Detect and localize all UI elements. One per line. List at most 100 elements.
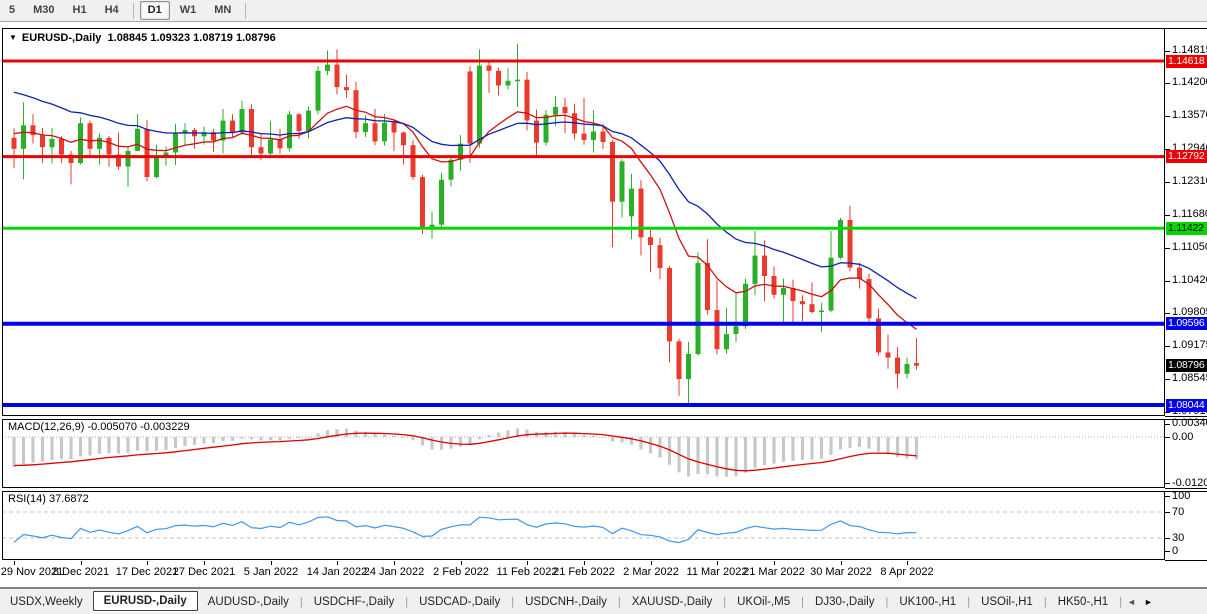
tab-usdchf[interactable]: USDCHF-,Daily <box>304 592 405 612</box>
tab-scroll-left-icon[interactable]: ◄ <box>1123 595 1140 609</box>
date-axis-label: 17 Dec 2021 <box>116 566 178 578</box>
date-axis-label: 8 Apr 2022 <box>880 566 933 578</box>
price-level-badge: 1.08044 <box>1166 399 1207 412</box>
price-level-badge: 1.09596 <box>1166 317 1207 330</box>
date-axis-label: 30 Mar 2022 <box>810 566 872 578</box>
main-chart-panel[interactable] <box>2 28 1165 416</box>
axis-tick-mark <box>1165 248 1170 249</box>
price-level-badge: 1.14618 <box>1166 55 1207 68</box>
date-tick-mark <box>271 561 272 565</box>
date-tick-mark <box>651 561 652 565</box>
chart-tab-bar: USDX,WeeklyEURUSD-,DailyAUDUSD-,Daily|US… <box>0 588 1207 614</box>
price-axis-label: 1.09175 <box>1172 339 1207 352</box>
price-axis-label: 1.12310 <box>1172 175 1207 188</box>
timeframe-button-h1[interactable]: H1 <box>65 1 95 20</box>
timeframe-button-5[interactable]: 5 <box>1 1 23 20</box>
axis-tick-mark <box>1165 313 1170 314</box>
timeframe-button-mn[interactable]: MN <box>206 1 239 20</box>
date-axis-label: 24 Jan 2022 <box>364 566 425 578</box>
axis-tick-mark <box>1165 51 1170 52</box>
axis-tick-mark <box>1165 346 1170 347</box>
axis-tick-mark <box>1165 424 1170 425</box>
date-axis-label: 21 Feb 2022 <box>553 566 615 578</box>
price-axis-label: 1.11680 <box>1172 208 1207 221</box>
price-axis-label: 1.13570 <box>1172 109 1207 122</box>
timeframe-button-d1[interactable]: D1 <box>140 1 170 20</box>
tab-xauusd[interactable]: XAUUSD-,Daily <box>622 592 723 612</box>
date-tick-mark <box>204 561 205 565</box>
panel-border-segment <box>1165 28 1207 29</box>
chart-title-ohlc: 1.08845 1.09323 1.08719 1.08796 <box>108 32 276 44</box>
date-tick-mark <box>841 561 842 565</box>
price-axis-label: 1.10420 <box>1172 274 1207 287</box>
panel-border-segment <box>1165 491 1207 492</box>
date-axis-label: 8 Dec 2021 <box>53 566 109 578</box>
date-tick-mark <box>774 561 775 565</box>
date-tick-mark <box>14 561 15 565</box>
date-tick-mark <box>147 561 148 565</box>
price-level-badge: 1.11422 <box>1166 222 1207 235</box>
timeframe-button-h4[interactable]: H4 <box>97 1 127 20</box>
axis-tick-mark <box>1165 483 1170 484</box>
rsi-indicator-label: RSI(14) 37.6872 <box>8 493 89 505</box>
tab-usdcad[interactable]: USDCAD-,Daily <box>409 592 510 612</box>
date-axis-label: 5 Jan 2022 <box>244 566 298 578</box>
chart-title-symbol: EURUSD-,Daily <box>22 32 101 44</box>
axis-tick-mark <box>1165 496 1170 497</box>
rsi-axis-label: 0 <box>1172 545 1178 558</box>
timeframe-button-m30[interactable]: M30 <box>25 1 62 20</box>
tab-hk50[interactable]: HK50-,H1 <box>1048 592 1119 612</box>
axis-tick-mark <box>1165 512 1170 513</box>
axis-tick-mark <box>1165 281 1170 282</box>
tab-usdcnh[interactable]: USDCNH-,Daily <box>515 592 617 612</box>
price-level-badge: 1.08796 <box>1166 359 1207 372</box>
axis-tick-mark <box>1165 551 1170 552</box>
axis-tick-mark <box>1165 116 1170 117</box>
tab-usdx[interactable]: USDX,Weekly <box>0 592 93 612</box>
price-level-badge: 1.12792 <box>1166 150 1207 163</box>
date-axis-label: 21 Mar 2022 <box>743 566 805 578</box>
axis-tick-mark <box>1165 538 1170 539</box>
axis-tick-mark <box>1165 215 1170 216</box>
tab-audusd[interactable]: AUDUSD-,Daily <box>198 592 299 612</box>
macd-axis-label: 0.00 <box>1172 431 1193 444</box>
rsi-axis-label: 30 <box>1172 532 1184 545</box>
toolbar-separator <box>133 3 134 19</box>
axis-tick-mark <box>1165 412 1170 413</box>
panel-border-segment <box>1165 416 1207 417</box>
rsi-axis-label: 70 <box>1172 506 1184 519</box>
tab-usoil[interactable]: USOil-,H1 <box>971 592 1043 612</box>
date-tick-mark <box>337 561 338 565</box>
date-tick-mark <box>907 561 908 565</box>
date-axis-label: 2 Feb 2022 <box>433 566 489 578</box>
rsi-panel[interactable] <box>2 491 1165 560</box>
date-tick-mark <box>461 561 462 565</box>
date-axis-label: 27 Dec 2021 <box>173 566 235 578</box>
mt4-window: 5M30H1H4 D1W1MN ▼ EURUSD-,Daily 1.08845 1.… <box>0 0 1207 614</box>
axis-tick-mark <box>1165 182 1170 183</box>
tab-eurusd[interactable]: EURUSD-,Daily <box>93 591 198 611</box>
toolbar-separator <box>245 3 246 19</box>
date-axis-label: 2 Mar 2022 <box>623 566 679 578</box>
price-axis-label: 1.14200 <box>1172 76 1207 89</box>
date-tick-mark <box>81 561 82 565</box>
date-axis-label: 11 Feb 2022 <box>497 566 558 578</box>
date-tick-mark <box>394 561 395 565</box>
date-axis-label: 11 Mar 2022 <box>687 566 748 578</box>
date-tick-mark <box>717 561 718 565</box>
date-tick-mark <box>527 561 528 565</box>
tab-uk100[interactable]: UK100-,H1 <box>889 592 966 612</box>
panel-border-segment <box>1165 560 1207 561</box>
macd-indicator-label: MACD(12,26,9) -0.005070 -0.003229 <box>8 421 190 433</box>
timeframe-toolbar: 5M30H1H4 D1W1MN <box>0 0 1207 22</box>
tab-dj30[interactable]: DJ30-,Daily <box>805 592 884 612</box>
timeframe-button-w1[interactable]: W1 <box>172 1 205 20</box>
chart-title: ▼ EURUSD-,Daily 1.08845 1.09323 1.08719 1… <box>9 32 276 44</box>
price-axis-label: 1.11050 <box>1172 241 1207 254</box>
tab-ukoil[interactable]: UKOil-,M5 <box>727 592 800 612</box>
axis-tick-mark <box>1165 379 1170 380</box>
axis-tick-mark <box>1165 83 1170 84</box>
symbol-dropdown-icon[interactable]: ▼ <box>9 33 17 42</box>
tab-scroll-right-icon[interactable]: ► <box>1140 595 1157 609</box>
price-axis-label: 1.08545 <box>1172 372 1207 385</box>
